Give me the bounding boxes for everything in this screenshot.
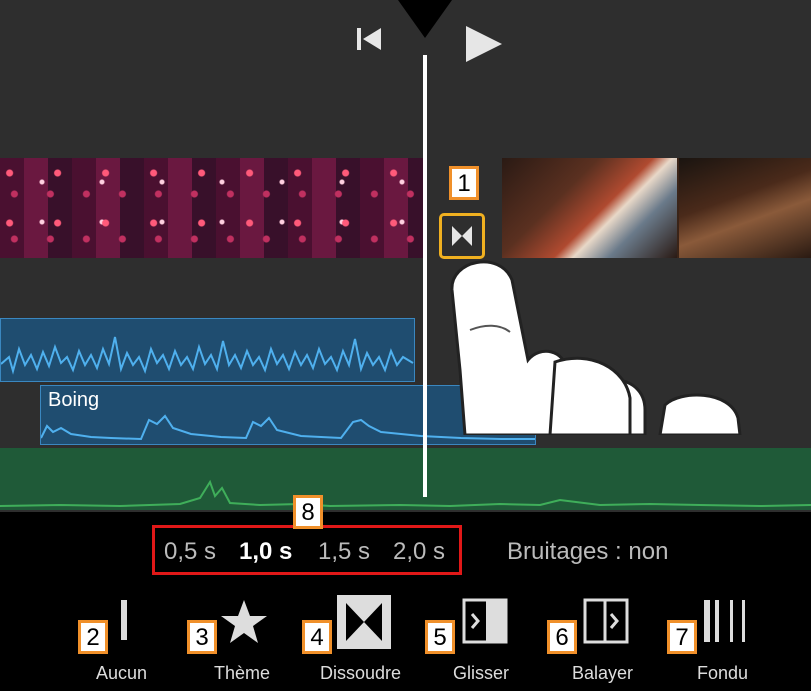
audio-track-music[interactable] <box>0 318 415 382</box>
dissolve-icon[interactable] <box>336 594 392 650</box>
duration-option[interactable]: 1,5 s <box>318 538 370 566</box>
video-clip-fireworks[interactable] <box>0 158 424 258</box>
sound-clip-label: Boing <box>48 389 100 411</box>
playhead-marker[interactable] <box>398 0 452 38</box>
transition-label-slide[interactable]: Glisser <box>453 663 509 684</box>
callout-6: 6 <box>547 620 577 654</box>
finger-tap-illustration <box>450 260 742 435</box>
playhead[interactable] <box>423 55 427 497</box>
video-clip-game[interactable] <box>502 158 811 258</box>
play-icon[interactable] <box>462 24 504 64</box>
transition-label-dissolve[interactable]: Dissoudre <box>320 663 401 684</box>
callout-3: 3 <box>187 620 217 654</box>
duration-option-selected[interactable]: 1,0 s <box>239 538 292 566</box>
callout-2: 2 <box>78 620 108 654</box>
timeline[interactable]: Boing <box>0 0 811 512</box>
transition-label-none[interactable]: Aucun <box>96 663 147 684</box>
callout-5: 5 <box>425 620 455 654</box>
transition-label-wipe[interactable]: Balayer <box>572 663 633 684</box>
transition-label-theme[interactable]: Thème <box>214 663 270 684</box>
transition-label-fade[interactable]: Fondu <box>697 663 748 684</box>
fade-icon[interactable] <box>700 598 750 644</box>
callout-1: 1 <box>449 166 479 200</box>
duration-option[interactable]: 0,5 s <box>164 538 216 566</box>
background-waveform <box>0 479 811 508</box>
callout-7: 7 <box>667 620 697 654</box>
star-icon[interactable] <box>220 598 268 644</box>
duration-option[interactable]: 2,0 s <box>393 538 445 566</box>
callout-4: 4 <box>302 620 332 654</box>
wipe-icon[interactable] <box>583 598 629 644</box>
slide-icon[interactable] <box>462 598 508 644</box>
callout-8: 8 <box>293 495 323 529</box>
none-bar-icon[interactable] <box>121 600 127 640</box>
sound-effects-toggle[interactable]: Bruitages : non <box>507 538 668 566</box>
skip-to-start-icon[interactable] <box>355 26 385 52</box>
music-waveform <box>0 336 414 375</box>
audio-track-background[interactable] <box>0 448 811 510</box>
